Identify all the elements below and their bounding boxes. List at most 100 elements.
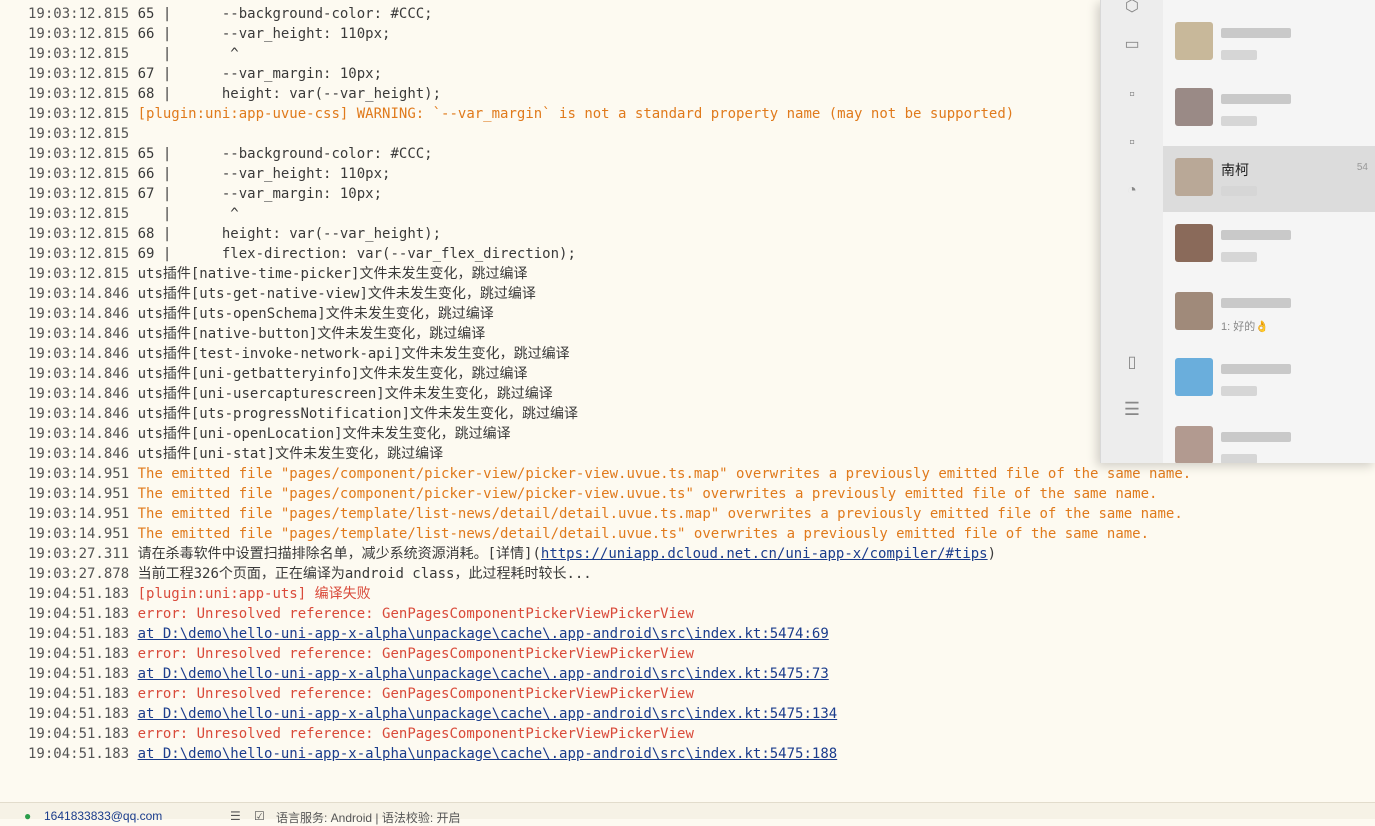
folder-icon[interactable]: ▭: [1121, 34, 1143, 56]
avatar: [1175, 88, 1213, 126]
log-error: [plugin:uni:app-uts] 编译失败: [137, 586, 371, 602]
log-file-link[interactable]: at D:\demo\hello-uni-app-x-alpha\unpacka…: [138, 746, 838, 762]
log-warning: The emitted file "pages/template/list-ne…: [137, 526, 1150, 542]
console-line: 19:04:51.183 at D:\demo\hello-uni-app-x-…: [28, 704, 837, 724]
log-message: | ^: [137, 46, 239, 62]
box-icon[interactable]: ▫: [1121, 132, 1143, 154]
log-file-link[interactable]: at D:\demo\hello-uni-app-x-alpha\unpacka…: [138, 706, 838, 722]
log-warning: The emitted file "pages/component/picker…: [137, 486, 1158, 502]
chat-item[interactable]: [1163, 346, 1375, 412]
log-error: error: Unresolved reference: GenPagesCom…: [137, 606, 694, 622]
chat-window[interactable]: ⬡ ▭ ▫ ▫ ◔ ▯ ☰ 南柯 54 1: 好的👌: [1100, 0, 1375, 463]
console-line: 19:03:12.815 66 | --var_height: 110px;: [28, 164, 390, 184]
console-line: 19:03:12.815 65 | --background-color: #C…: [28, 144, 433, 164]
cube-icon[interactable]: ⬡: [1121, 0, 1143, 18]
chat-item[interactable]: [1163, 10, 1375, 76]
chat-preview-redacted: [1221, 252, 1257, 262]
log-timestamp: 19:04:51.183: [28, 746, 130, 762]
console-line: 19:04:51.183 at D:\demo\hello-uni-app-x-…: [28, 744, 837, 764]
console-line: 19:04:51.183 at D:\demo\hello-uni-app-x-…: [28, 624, 829, 644]
console-line: 19:03:12.815 68 | height: var(--var_heig…: [28, 224, 441, 244]
console-line: 19:03:12.815 66 | --var_height: 110px;: [28, 24, 390, 44]
log-timestamp: 19:04:51.183: [28, 626, 130, 642]
log-error: error: Unresolved reference: GenPagesCom…: [137, 686, 694, 702]
log-timestamp: 19:03:12.815: [28, 66, 130, 82]
log-timestamp: 19:03:12.815: [28, 146, 130, 162]
chat-name-redacted: [1221, 298, 1291, 308]
log-message: | ^: [137, 206, 239, 222]
avatar: [1175, 426, 1213, 463]
console-line: 19:03:12.815 67 | --var_margin: 10px;: [28, 184, 382, 204]
log-timestamp: 19:03:12.815: [28, 226, 130, 242]
log-timestamp: 19:03:12.815: [28, 86, 130, 102]
log-timestamp: 19:03:12.815: [28, 6, 130, 22]
log-message: 68 | height: var(--var_height);: [137, 226, 442, 242]
chat-item[interactable]: [1163, 76, 1375, 142]
console-line: 19:04:51.183 at D:\demo\hello-uni-app-x-…: [28, 664, 829, 684]
log-timestamp: 19:03:14.951: [28, 466, 130, 482]
chat-item[interactable]: 1: 好的👌: [1163, 280, 1375, 346]
log-message: uts插件[uni-getbatteryinfo]文件未发生变化，跳过编译: [137, 366, 528, 382]
log-message: 65 | --background-color: #CCC;: [137, 6, 433, 22]
log-timestamp: 19:03:12.815: [28, 26, 130, 42]
chat-time: 54: [1356, 162, 1368, 173]
chat-item[interactable]: 南柯 54: [1163, 146, 1375, 212]
log-message-tail: ): [987, 546, 997, 562]
file-icon[interactable]: ▫: [1121, 84, 1143, 106]
log-timestamp: 19:03:14.846: [28, 306, 130, 322]
docs-link[interactable]: https://uniapp.dcloud.net.cn/uni-app-x/c…: [541, 546, 988, 562]
chat-preview-redacted: [1221, 386, 1257, 396]
console-line: 19:03:14.951 The emitted file "pages/tem…: [28, 524, 1149, 544]
console-line: 19:03:14.846 uts插件[test-invoke-network-a…: [28, 344, 570, 364]
log-file-link[interactable]: at D:\demo\hello-uni-app-x-alpha\unpacka…: [138, 666, 829, 682]
console-line: 19:04:51.183 error: Unresolved reference…: [28, 644, 694, 664]
log-timestamp: 19:03:12.815: [28, 206, 130, 222]
log-timestamp: 19:03:12.815: [28, 246, 130, 262]
console-line: 19:03:14.846 uts插件[uni-openLocation]文件未发…: [28, 424, 511, 444]
chat-preview-redacted: [1221, 50, 1257, 60]
log-file-link[interactable]: at D:\demo\hello-uni-app-x-alpha\unpacka…: [138, 626, 829, 642]
account-label[interactable]: 1641833833@qq.com: [44, 809, 162, 823]
log-timestamp: 19:03:27.311: [28, 546, 130, 562]
avatar: [1175, 292, 1213, 330]
chat-item[interactable]: [1163, 414, 1375, 463]
log-timestamp: 19:03:14.846: [28, 346, 130, 362]
log-timestamp: 19:03:14.846: [28, 386, 130, 402]
console-line: 19:03:12.815 67 | --var_margin: 10px;: [28, 64, 382, 84]
chat-preview-redacted: [1221, 116, 1257, 126]
log-message: 65 | --background-color: #CCC;: [137, 146, 433, 162]
avatar: [1175, 22, 1213, 60]
menu-icon[interactable]: ☰: [1121, 398, 1143, 420]
log-timestamp: 19:04:51.183: [28, 646, 130, 662]
moments-icon[interactable]: ◔: [1121, 180, 1143, 202]
log-message: uts插件[uts-openSchema]文件未发生变化，跳过编译: [137, 306, 494, 322]
phone-icon[interactable]: ▯: [1121, 352, 1143, 374]
avatar: [1175, 158, 1213, 196]
console-line: 19:03:12.815 65 | --background-color: #C…: [28, 4, 433, 24]
console-line: 19:03:12.815: [28, 124, 138, 144]
log-timestamp: 19:03:12.815: [28, 106, 130, 122]
console-line: 19:03:14.951 The emitted file "pages/tem…: [28, 504, 1183, 524]
log-message: uts插件[uni-openLocation]文件未发生变化，跳过编译: [137, 426, 511, 442]
chat-name-redacted: [1221, 364, 1291, 374]
log-error: error: Unresolved reference: GenPagesCom…: [137, 646, 694, 662]
log-message: uts插件[uts-progressNotification]文件未发生变化，跳…: [137, 406, 579, 422]
console-line: 19:03:27.878 当前工程326个页面，正在编译为android cla…: [28, 564, 592, 584]
chat-name-redacted: [1221, 28, 1291, 38]
log-timestamp: 19:04:51.183: [28, 706, 130, 722]
chat-name-redacted: [1221, 230, 1291, 240]
list-icon[interactable]: ☰: [230, 809, 241, 823]
log-message: uts插件[uts-get-native-view]文件未发生变化，跳过编译: [137, 286, 536, 302]
console-line: 19:04:51.183 [plugin:uni:app-uts] 编译失败: [28, 584, 371, 604]
log-timestamp: 19:03:12.815: [28, 46, 130, 62]
console-line: 19:03:14.846 uts插件[uts-openSchema]文件未发生变…: [28, 304, 494, 324]
log-timestamp: 19:03:14.846: [28, 326, 130, 342]
log-message: uts插件[uni-stat]文件未发生变化，跳过编译: [137, 446, 444, 462]
log-error: error: Unresolved reference: GenPagesCom…: [137, 726, 694, 742]
check-icon[interactable]: ☑: [254, 809, 265, 823]
log-message: 67 | --var_margin: 10px;: [137, 186, 383, 202]
chat-item[interactable]: [1163, 212, 1375, 278]
log-message: uts插件[native-time-picker]文件未发生变化，跳过编译: [137, 266, 528, 282]
console-line: 19:03:12.815 uts插件[native-time-picker]文件…: [28, 264, 527, 284]
log-message: 当前工程326个页面，正在编译为android class，此过程耗时较长...: [137, 566, 592, 582]
